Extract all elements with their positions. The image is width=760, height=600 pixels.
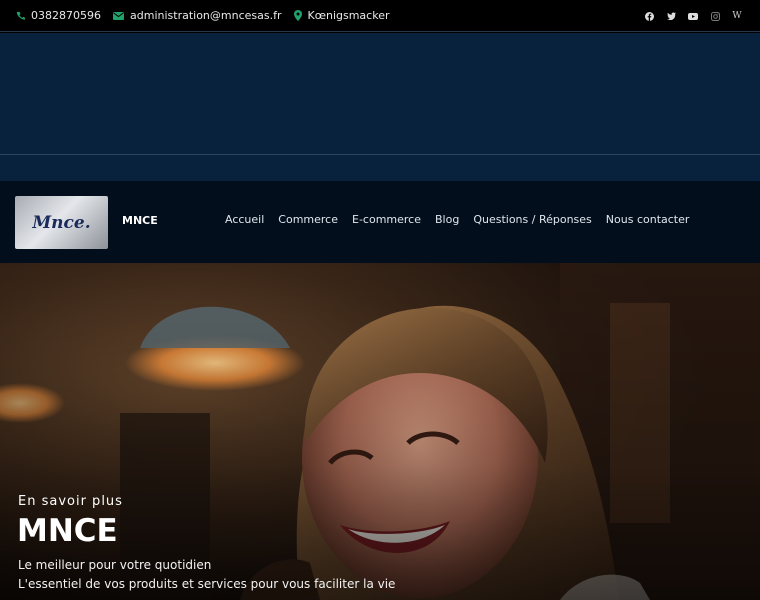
email-address: administration@mncesas.fr bbox=[130, 9, 282, 22]
main-navbar: Mnce. MNCE Accueil Commerce E-commerce B… bbox=[0, 181, 760, 263]
location-name: Kœnigsmacker bbox=[307, 9, 390, 22]
hero-eyebrow[interactable]: En savoir plus bbox=[18, 494, 123, 509]
nav-link-e-commerce[interactable]: E-commerce bbox=[352, 213, 421, 226]
site-logo[interactable]: Mnce. bbox=[15, 196, 108, 249]
top-contact-bar: 0382870596 administration@mncesas.fr Kœn… bbox=[0, 0, 760, 32]
email-contact[interactable]: administration@mncesas.fr bbox=[113, 9, 282, 22]
main-menu: Accueil Commerce E-commerce Blog Questio… bbox=[225, 213, 703, 226]
hero-background-image bbox=[0, 263, 760, 600]
social-links: W bbox=[638, 0, 748, 32]
twitter-icon[interactable] bbox=[660, 8, 682, 24]
wikipedia-icon[interactable]: W bbox=[726, 8, 748, 24]
hero-tagline: Le meilleur pour votre quotidien bbox=[18, 558, 212, 572]
hero-section: En savoir plus MNCE Le meilleur pour vot… bbox=[0, 263, 760, 600]
nav-link-commerce[interactable]: Commerce bbox=[278, 213, 338, 226]
nav-link-blog[interactable]: Blog bbox=[435, 213, 459, 226]
nav-link-questions-reponses[interactable]: Questions / Réponses bbox=[473, 213, 591, 226]
hero-headline: MNCE bbox=[17, 513, 118, 549]
youtube-icon[interactable] bbox=[682, 8, 704, 24]
envelope-icon bbox=[113, 11, 124, 20]
hero-description: L'essentiel de vos produits et services … bbox=[18, 577, 396, 591]
phone-icon bbox=[16, 11, 25, 20]
location-contact[interactable]: Kœnigsmacker bbox=[293, 9, 390, 22]
top-banner bbox=[0, 33, 760, 155]
facebook-icon[interactable] bbox=[638, 8, 660, 24]
brand-name[interactable]: MNCE bbox=[122, 214, 158, 227]
logo-text: Mnce. bbox=[32, 212, 91, 233]
instagram-icon[interactable] bbox=[704, 8, 726, 24]
nav-link-nous-contacter[interactable]: Nous contacter bbox=[606, 213, 690, 226]
nav-link-accueil[interactable]: Accueil bbox=[225, 213, 264, 226]
phone-number: 0382870596 bbox=[31, 9, 101, 22]
map-pin-icon bbox=[293, 10, 302, 21]
phone-contact[interactable]: 0382870596 bbox=[16, 9, 101, 22]
banner-strip bbox=[0, 155, 760, 181]
